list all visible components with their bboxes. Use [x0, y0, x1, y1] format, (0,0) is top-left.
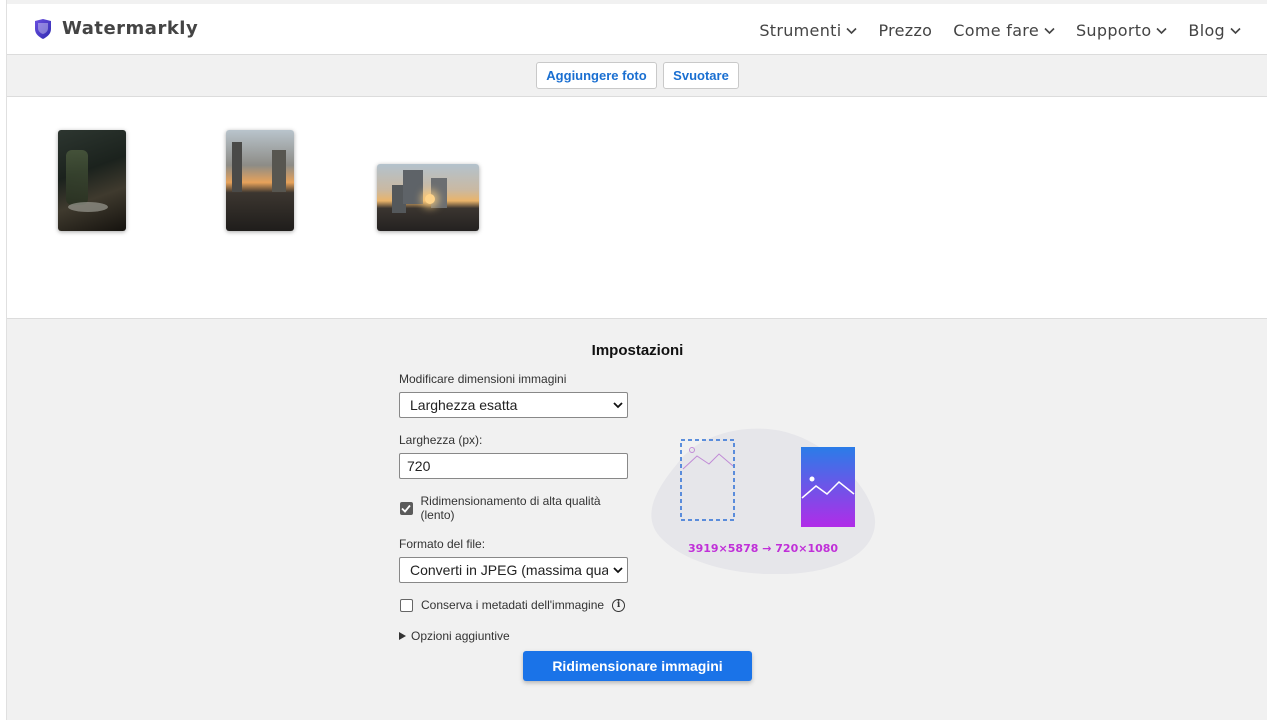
image-thumbnail[interactable]: [377, 164, 479, 231]
chevron-down-icon: [1156, 27, 1167, 34]
resize-mode-select[interactable]: Larghezza esatta: [399, 392, 628, 418]
high-quality-label: Ridimensionamento di alta qualità (lento…: [420, 494, 601, 522]
app-frame: Watermarkly Strumenti Prezzo Come fare S…: [6, 0, 1267, 720]
resize-mode-value: Larghezza esatta: [410, 397, 518, 413]
chevron-down-icon: [613, 566, 623, 574]
info-icon[interactable]: i: [612, 598, 626, 612]
add-photos-button[interactable]: Aggiungere foto: [536, 62, 657, 89]
main-nav: Strumenti Prezzo Come fare Supporto Blog: [738, 21, 1241, 40]
nav-label: Strumenti: [759, 21, 842, 40]
high-quality-option[interactable]: Ridimensionamento di alta qualità (lento…: [399, 494, 628, 522]
chevron-down-icon: [846, 27, 858, 34]
resize-images-button[interactable]: Ridimensionare immagini: [523, 651, 752, 681]
brand-name: Watermarkly: [62, 18, 199, 39]
chevron-down-icon: [1044, 27, 1055, 34]
width-label: Larghezza (px):: [399, 433, 483, 447]
image-thumbnail[interactable]: [226, 130, 294, 231]
image-thumbnail[interactable]: [58, 130, 126, 231]
triangle-right-icon: [399, 632, 406, 640]
format-label: Formato del file:: [399, 537, 486, 551]
settings-panel: Impostazioni Modificare dimensioni immag…: [7, 320, 1267, 720]
width-input[interactable]: 720: [399, 453, 628, 479]
chevron-down-icon: [613, 401, 623, 409]
additional-options-label: Opzioni aggiuntive: [411, 629, 510, 643]
resize-mode-label: Modificare dimensioni immagini: [399, 372, 567, 386]
shield-logo-icon: [35, 18, 51, 39]
nav-item-supporto[interactable]: Supporto: [1076, 21, 1167, 40]
settings-title: Impostazioni: [591, 342, 684, 359]
format-value: Converti in JPEG (massima qualità, f: [410, 562, 608, 578]
chevron-down-icon: [1230, 27, 1241, 34]
nav-label: Come fare: [953, 21, 1039, 40]
clear-button[interactable]: Svuotare: [663, 62, 739, 89]
nav-item-blog[interactable]: Blog: [1188, 21, 1241, 40]
image-gallery: [7, 97, 1267, 319]
nav-item-strumenti[interactable]: Strumenti: [759, 21, 858, 40]
keep-metadata-label: Conserva i metadati dell'immagine: [421, 598, 605, 612]
image-toolbar: Aggiungere foto Svuotare: [7, 55, 1267, 97]
checkmark-icon: [401, 504, 411, 513]
settings-form: Modificare dimensioni immagini Larghezza…: [399, 372, 628, 643]
resize-illustration: 3919×5878 → 720×1080: [647, 424, 879, 575]
dimensions-caption: 3919×5878 → 720×1080: [687, 542, 839, 555]
high-quality-checkbox[interactable]: [400, 501, 413, 515]
keep-metadata-checkbox[interactable]: [400, 598, 413, 612]
brand[interactable]: Watermarkly: [34, 18, 198, 39]
nav-item-come-fare[interactable]: Come fare: [953, 21, 1055, 40]
keep-metadata-option[interactable]: Conserva i metadati dell'immagine i: [399, 598, 628, 612]
site-header: Watermarkly Strumenti Prezzo Come fare S…: [7, 4, 1267, 55]
nav-item-prezzo[interactable]: Prezzo: [878, 21, 932, 40]
additional-options-toggle[interactable]: Opzioni aggiuntive: [399, 629, 628, 643]
nav-label: Supporto: [1075, 21, 1152, 40]
nav-label: Prezzo: [878, 21, 933, 40]
nav-label: Blog: [1188, 21, 1225, 40]
format-select[interactable]: Converti in JPEG (massima qualità, f: [399, 557, 628, 583]
